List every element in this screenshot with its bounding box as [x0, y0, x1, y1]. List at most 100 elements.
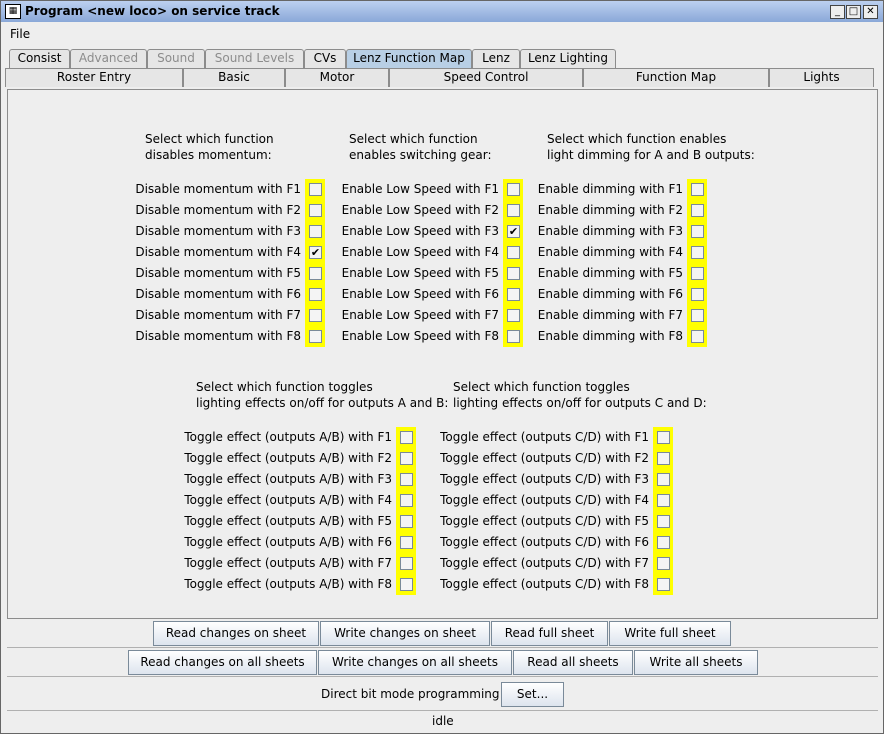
toggle_cd-checkbox-f7[interactable] — [653, 553, 673, 574]
divider — [7, 647, 878, 648]
toggle_ab-checkbox-f7[interactable] — [396, 553, 416, 574]
switching-checkbox-f3[interactable]: ✔ — [503, 221, 523, 242]
divider — [7, 710, 878, 711]
momentum-checkbox-f1[interactable] — [305, 179, 325, 200]
read-changes-on-all-sheets-button[interactable]: Read changes on all sheets — [128, 650, 317, 675]
switching-checkbox-f6[interactable] — [503, 284, 523, 305]
checkbox-box — [309, 225, 322, 238]
momentum-checkbox-f4[interactable]: ✔ — [305, 242, 325, 263]
write-all-sheets-button[interactable]: Write all sheets — [634, 650, 758, 675]
toggle_cd-checkbox-f2[interactable] — [653, 448, 673, 469]
tab-motor[interactable]: Motor — [285, 68, 389, 87]
maximize-icon[interactable]: □ — [846, 5, 861, 19]
toggle_ab-checkbox-f8[interactable] — [396, 574, 416, 595]
toggle_ab-label-f3: Toggle effect (outputs A/B) with F3 — [184, 472, 392, 486]
dimming-checkbox-f6[interactable] — [687, 284, 707, 305]
momentum-label-f8: Disable momentum with F8 — [135, 329, 301, 343]
tab-advanced[interactable]: Advanced — [70, 49, 147, 68]
tab-lights[interactable]: Lights — [769, 68, 874, 87]
dimming-checkbox-f8[interactable] — [687, 326, 707, 347]
dimming-label-f7: Enable dimming with F7 — [537, 308, 683, 322]
switching-checkbox-f1[interactable] — [503, 179, 523, 200]
toggle_ab-checkbox-f6[interactable] — [396, 532, 416, 553]
toggle_ab-checkbox-f3[interactable] — [396, 469, 416, 490]
tab-sound[interactable]: Sound — [147, 49, 205, 68]
dimming-label-f3: Enable dimming with F3 — [537, 224, 683, 238]
read-changes-on-sheet-button[interactable]: Read changes on sheet — [153, 621, 319, 646]
toggle_cd-checkbox-f3[interactable] — [653, 469, 673, 490]
tab-consist[interactable]: Consist — [9, 49, 70, 68]
toggle_ab-label-f8: Toggle effect (outputs A/B) with F8 — [184, 577, 392, 591]
toggle_ab-checkbox-f4[interactable] — [396, 490, 416, 511]
dimming-checkbox-f7[interactable] — [687, 305, 707, 326]
write-changes-on-sheet-button[interactable]: Write changes on sheet — [320, 621, 490, 646]
switching-label-f1: Enable Low Speed with F1 — [341, 182, 499, 196]
menu-file[interactable]: File — [10, 27, 30, 41]
momentum-label-f6: Disable momentum with F6 — [135, 287, 301, 301]
toggle_cd-checkbox-f6[interactable] — [653, 532, 673, 553]
switching-heading-line2: enables switching gear: — [349, 148, 492, 162]
close-icon[interactable]: ✕ — [863, 5, 878, 19]
direct-bit-mode-label: Direct bit mode programming — [321, 687, 500, 701]
checkbox-box — [691, 225, 704, 238]
switching-checkbox-f8[interactable] — [503, 326, 523, 347]
checkbox-box — [309, 267, 322, 280]
momentum-checkbox-f7[interactable] — [305, 305, 325, 326]
checkbox-box — [400, 536, 413, 549]
tab-sound-levels[interactable]: Sound Levels — [205, 49, 304, 68]
momentum-checkbox-f5[interactable] — [305, 263, 325, 284]
checkbox-box — [657, 578, 670, 591]
checkbox-box — [691, 267, 704, 280]
tab-basic[interactable]: Basic — [183, 68, 285, 87]
checkbox-box — [691, 309, 704, 322]
status-text: idle — [432, 714, 454, 728]
set-button[interactable]: Set... — [501, 682, 564, 707]
tab-cvs[interactable]: CVs — [304, 49, 346, 68]
momentum-checkbox-f2[interactable] — [305, 200, 325, 221]
switching-label-f6: Enable Low Speed with F6 — [341, 287, 499, 301]
toggle_cd-checkbox-f4[interactable] — [653, 490, 673, 511]
switching-checkbox-f7[interactable] — [503, 305, 523, 326]
toggle_cd-checkbox-f5[interactable] — [653, 511, 673, 532]
toggle_cd-label-f8: Toggle effect (outputs C/D) with F8 — [440, 577, 649, 591]
switching-checkbox-f4[interactable] — [503, 242, 523, 263]
dimming-checkbox-f5[interactable] — [687, 263, 707, 284]
tab-lenz[interactable]: Lenz — [472, 49, 520, 68]
dimming-checkbox-f2[interactable] — [687, 200, 707, 221]
program-window: ▦ Program <new loco> on service track _ … — [0, 0, 884, 734]
checkbox-box — [507, 309, 520, 322]
toggle_cd-checkbox-f8[interactable] — [653, 574, 673, 595]
toggle_ab-checkbox-f2[interactable] — [396, 448, 416, 469]
title-bar[interactable]: ▦ Program <new loco> on service track _ … — [1, 1, 883, 22]
toggle_ab-checkbox-f5[interactable] — [396, 511, 416, 532]
toggle_cd-checkbox-f1[interactable] — [653, 427, 673, 448]
tab-function-map[interactable]: Function Map — [583, 68, 769, 87]
dimming-checkbox-f3[interactable] — [687, 221, 707, 242]
momentum-checkbox-f6[interactable] — [305, 284, 325, 305]
dimming-checkbox-f1[interactable] — [687, 179, 707, 200]
toggle_cd-label-f7: Toggle effect (outputs C/D) with F7 — [440, 556, 649, 570]
switching-checkbox-f5[interactable] — [503, 263, 523, 284]
dimming-label-f8: Enable dimming with F8 — [537, 329, 683, 343]
minimize-icon[interactable]: _ — [830, 5, 845, 19]
read-all-sheets-button[interactable]: Read all sheets — [513, 650, 633, 675]
momentum-label-f4: Disable momentum with F4 — [135, 245, 301, 259]
tab-lenz-lighting[interactable]: Lenz Lighting — [520, 49, 616, 68]
tab-lenz-function-map[interactable]: Lenz Function Map — [346, 49, 472, 68]
checkbox-box — [400, 431, 413, 444]
write-changes-on-all-sheets-button[interactable]: Write changes on all sheets — [318, 650, 512, 675]
read-full-sheet-button[interactable]: Read full sheet — [491, 621, 608, 646]
dimming-checkbox-f4[interactable] — [687, 242, 707, 263]
toggle_ab-checkbox-f1[interactable] — [396, 427, 416, 448]
checkbox-box — [309, 204, 322, 217]
momentum-checkbox-f3[interactable] — [305, 221, 325, 242]
tab-roster-entry[interactable]: Roster Entry — [5, 68, 183, 87]
checkbox-box — [691, 183, 704, 196]
momentum-checkbox-f8[interactable] — [305, 326, 325, 347]
menu-bar: File — [1, 23, 883, 44]
switching-checkbox-f2[interactable] — [503, 200, 523, 221]
write-full-sheet-button[interactable]: Write full sheet — [609, 621, 731, 646]
tab-speed-control[interactable]: Speed Control — [389, 68, 583, 87]
checkbox-box — [507, 246, 520, 259]
window-title: Program <new loco> on service track — [25, 4, 280, 18]
